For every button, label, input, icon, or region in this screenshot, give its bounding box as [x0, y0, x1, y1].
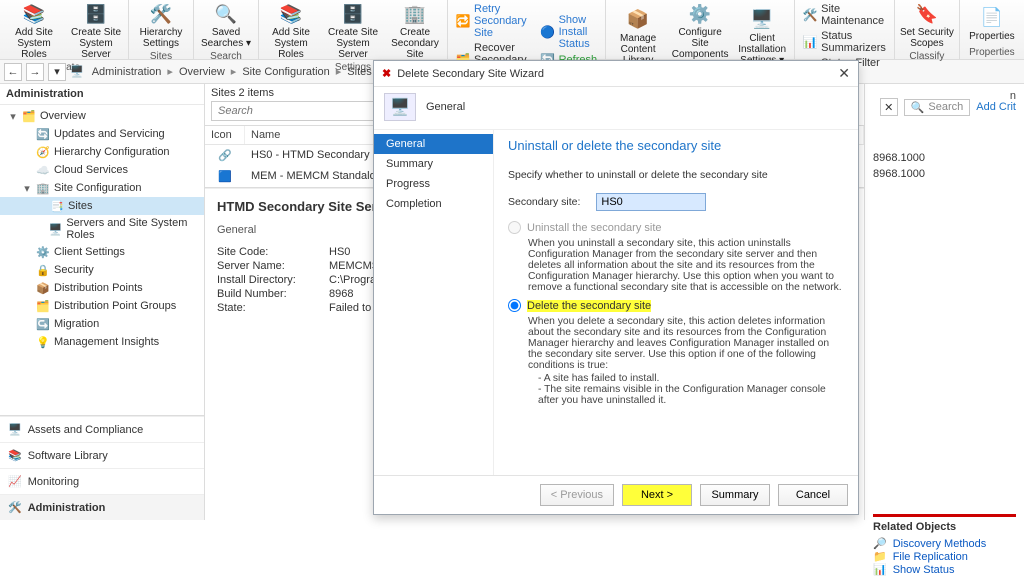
- right-pane: n 8968.1000 8968.1000 Related Objects 🔎D…: [864, 84, 1024, 520]
- ribbon: 📚Add SiteSystem Roles🗄️Create SiteSystem…: [0, 0, 1024, 60]
- previous-button: < Previous: [540, 484, 614, 506]
- nav-forward[interactable]: →: [26, 63, 44, 81]
- ribbon-btn-1-0[interactable]: 🛠️HierarchySettings: [133, 0, 189, 51]
- wizard-header-icon: 🖥️: [384, 93, 416, 121]
- related-objects-header: Related Objects: [873, 514, 1016, 533]
- page-icon: 📄: [980, 6, 1004, 30]
- tree-overview[interactable]: ▾🗂️Overview: [0, 107, 204, 125]
- properties-button[interactable]: 📄Properties: [964, 4, 1020, 44]
- tree-distribution-points[interactable]: 📦Distribution Points: [0, 279, 204, 297]
- wizard-step-general[interactable]: General: [374, 134, 493, 154]
- radio-uninstall: Uninstall the secondary site: [508, 221, 844, 234]
- workspace-software-library[interactable]: 📚Software Library: [0, 442, 204, 468]
- wizard-header-label: General: [426, 101, 465, 113]
- add-criteria-button[interactable]: Add Crit: [976, 101, 1016, 113]
- workspace-monitoring[interactable]: 📈Monitoring: [0, 468, 204, 494]
- ribbon-mini-rm3-1[interactable]: 📊Status Summarizers: [799, 29, 890, 55]
- nav-up[interactable]: ▾: [48, 63, 66, 81]
- wizard-steps: GeneralSummaryProgressCompletion: [374, 130, 494, 475]
- tree-hierarchy-configuration[interactable]: 🧭Hierarchy Configuration: [0, 143, 204, 161]
- search-icon: 🔍: [911, 101, 925, 114]
- wizard-instruction: Specify whether to uninstall or delete t…: [508, 169, 844, 181]
- workspace-assets-and-compliance[interactable]: 🖥️Assets and Compliance: [0, 416, 204, 442]
- ribbon-mini-rm1-0[interactable]: 🔁Retry Secondary Site: [452, 2, 531, 40]
- tree-sites[interactable]: 📑Sites: [0, 197, 204, 215]
- list-search-right: ✕ 🔍Search Add Crit: [880, 98, 1016, 116]
- search-button[interactable]: 🔍Search: [904, 99, 971, 116]
- uninstall-description: When you uninstall a secondary site, thi…: [508, 234, 844, 299]
- ribbon-btn-3-0[interactable]: 📚Add SiteSystem Roles: [263, 0, 319, 62]
- navpane-title: Administration: [0, 84, 204, 105]
- wizard-page-heading: Uninstall or delete the secondary site: [508, 138, 844, 153]
- tree-security[interactable]: 🔒Security: [0, 261, 204, 279]
- ribbon-btn-3-2[interactable]: 🏢CreateSecondary Site: [387, 0, 443, 62]
- tree-updates-and-servicing[interactable]: 🔄Updates and Servicing: [0, 125, 204, 143]
- ribbon-group-sites: Sites: [133, 51, 189, 63]
- wizard-delete-icon: ✖: [382, 67, 391, 80]
- breadcrumb[interactable]: Administration ▸ Overview ▸ Site Configu…: [92, 65, 372, 78]
- adminconsole-icon: 🖥️: [70, 65, 84, 78]
- ribbon-group-properties: Properties: [964, 47, 1020, 59]
- ribbon-btn-3-1[interactable]: 🗄️Create SiteSystem Server: [325, 0, 381, 62]
- tree-site-configuration[interactable]: ▾🏢Site Configuration: [0, 179, 204, 197]
- wizard-step-progress[interactable]: Progress: [374, 174, 493, 194]
- ribbon-btn-0-1[interactable]: 🗄️Create SiteSystem Server: [68, 0, 124, 62]
- ribbon-group-search: Search: [198, 51, 254, 63]
- tree-management-insights[interactable]: 💡Management Insights: [0, 333, 204, 351]
- tag-icon: 🔖: [915, 2, 939, 26]
- ribbon-btn-b-0[interactable]: 📦ManageContent Library: [610, 6, 666, 68]
- related-link[interactable]: 📁File Replication: [873, 550, 1016, 563]
- col-icon[interactable]: Icon: [205, 126, 245, 144]
- next-button[interactable]: Next >: [622, 484, 692, 506]
- nav-back[interactable]: ←: [4, 63, 22, 81]
- nav-pane: Administration ▾🗂️Overview🔄Updates and S…: [0, 84, 205, 520]
- list-title: Sites 2 items: [211, 87, 274, 99]
- chevron-icon: ▾: [8, 110, 18, 123]
- version-1: 8968.1000: [873, 152, 1016, 164]
- summary-button[interactable]: Summary: [700, 484, 770, 506]
- secondary-site-field[interactable]: [596, 193, 706, 211]
- close-icon[interactable]: ✕: [838, 65, 850, 82]
- workspace-administration[interactable]: 🛠️Administration: [0, 494, 204, 520]
- tree-client-settings[interactable]: ⚙️Client Settings: [0, 243, 204, 261]
- wizard-title: Delete Secondary Site Wizard: [397, 68, 544, 80]
- radio-delete[interactable]: Delete the secondary site: [508, 299, 844, 312]
- ribbon-btn-2-0[interactable]: 🔍SavedSearches ▾: [198, 0, 254, 51]
- related-link[interactable]: 📊Show Status: [873, 563, 1016, 576]
- delete-secondary-site-wizard: ✖ Delete Secondary Site Wizard ✕ 🖥️ Gene…: [373, 60, 859, 515]
- related-link[interactable]: 🔎Discovery Methods: [873, 537, 1016, 550]
- wizard-step-summary[interactable]: Summary: [374, 154, 493, 174]
- ribbon-btn-0-0[interactable]: 📚Add SiteSystem Roles: [6, 0, 62, 62]
- ribbon-mini-rm2-0[interactable]: 🔵Show Install Status: [537, 13, 602, 51]
- ribbon-mini-rm3-0[interactable]: 🛠️Site Maintenance: [799, 2, 890, 28]
- set-security-scopes-button[interactable]: 🔖Set Security Scopes: [899, 0, 955, 51]
- secondary-site-label: Secondary site:: [508, 196, 580, 208]
- version-2: 8968.1000: [873, 168, 1016, 180]
- ribbon-btn-b-2[interactable]: 🖥️ClientInstallation Settings ▾: [734, 6, 790, 68]
- cancel-button[interactable]: Cancel: [778, 484, 848, 506]
- tree-distribution-point-groups[interactable]: 🗂️Distribution Point Groups: [0, 297, 204, 315]
- tree-cloud-services[interactable]: ☁️Cloud Services: [0, 161, 204, 179]
- wizard-step-completion[interactable]: Completion: [374, 194, 493, 214]
- chevron-icon: ▾: [22, 182, 32, 195]
- clear-search-icon[interactable]: ✕: [880, 98, 898, 116]
- tree-migration[interactable]: ↪️Migration: [0, 315, 204, 333]
- wizard-page-general: Uninstall or delete the secondary site S…: [494, 130, 858, 475]
- tree-servers-and-site-system-roles[interactable]: 🖥️Servers and Site System Roles: [0, 215, 204, 243]
- ribbon-group-classify: Classify: [899, 51, 955, 63]
- delete-description: When you delete a secondary site, this a…: [508, 312, 844, 412]
